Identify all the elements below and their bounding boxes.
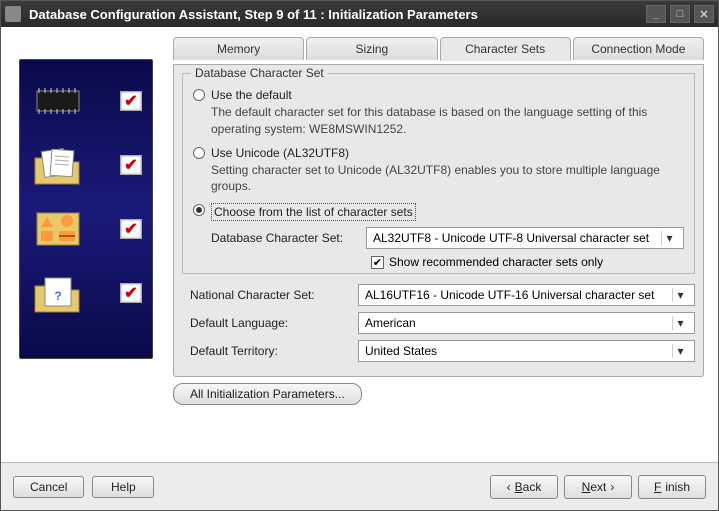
chevron-down-icon: ▾ xyxy=(672,316,688,330)
default-language-label: Default Language: xyxy=(190,316,358,330)
back-arrow-icon: ‹ xyxy=(507,480,511,494)
step-3-check-icon: ✔ xyxy=(120,219,142,239)
svg-text:?: ? xyxy=(54,289,61,303)
db-charset-value: AL32UTF8 - Unicode UTF-8 Universal chara… xyxy=(373,231,661,245)
db-charset-fieldset: Database Character Set Use the default T… xyxy=(182,73,695,274)
radio-use-default[interactable]: Use the default xyxy=(193,88,684,102)
step-3: ✔ xyxy=(28,202,144,256)
national-charset-dropdown[interactable]: AL16UTF16 - Unicode UTF-16 Universal cha… xyxy=(358,284,695,306)
show-recommended-label: Show recommended character sets only xyxy=(389,255,603,269)
help-button[interactable]: Help xyxy=(92,476,154,498)
radio-icon xyxy=(193,89,205,101)
step-2-check-icon: ✔ xyxy=(120,155,142,175)
close-button[interactable]: ✕ xyxy=(694,5,714,23)
back-button[interactable]: ‹Back xyxy=(490,475,558,499)
steps-sidebar: ✔ ✔ xyxy=(11,37,161,462)
chevron-down-icon: ▾ xyxy=(672,344,688,358)
default-territory-dropdown[interactable]: United States ▾ xyxy=(358,340,695,362)
default-territory-label: Default Territory: xyxy=(190,344,358,358)
next-arrow-icon: › xyxy=(610,480,614,494)
titlebar: Database Configuration Assistant, Step 9… xyxy=(1,1,718,27)
default-language-value: American xyxy=(365,316,672,330)
radio-use-default-desc: The default character set for this datab… xyxy=(211,104,684,138)
button-bar: Cancel Help ‹Back Next› Finish xyxy=(1,462,718,510)
tab-sizing[interactable]: Sizing xyxy=(306,37,437,60)
default-language-dropdown[interactable]: American ▾ xyxy=(358,312,695,334)
radio-choose-list[interactable]: Choose from the list of character sets xyxy=(193,203,684,221)
cancel-button[interactable]: Cancel xyxy=(13,476,84,498)
folder-docs-icon xyxy=(29,140,87,190)
main-panel: Memory Sizing Character Sets Connection … xyxy=(161,37,708,462)
show-recommended-checkbox[interactable]: ✔ Show recommended character sets only xyxy=(371,255,684,269)
radio-icon xyxy=(193,147,205,159)
tab-connection-mode[interactable]: Connection Mode xyxy=(573,37,704,60)
radio-use-default-label: Use the default xyxy=(211,88,292,102)
radio-choose-list-label: Choose from the list of character sets xyxy=(214,205,413,219)
db-charset-dropdown[interactable]: AL32UTF8 - Unicode UTF-8 Universal chara… xyxy=(366,227,684,249)
finish-button[interactable]: Finish xyxy=(638,475,706,499)
maximize-button[interactable]: □ xyxy=(670,5,690,23)
window-title: Database Configuration Assistant, Step 9… xyxy=(29,7,646,22)
fieldset-legend: Database Character Set xyxy=(191,66,328,80)
radio-use-unicode-label: Use Unicode (AL32UTF8) xyxy=(211,146,349,160)
step-1-check-icon: ✔ xyxy=(120,91,142,111)
default-territory-value: United States xyxy=(365,344,672,358)
minimize-button[interactable]: _ xyxy=(646,5,666,23)
radio-use-unicode[interactable]: Use Unicode (AL32UTF8) xyxy=(193,146,684,160)
step-4: ? ✔ xyxy=(28,266,144,320)
all-init-params-button[interactable]: All Initialization Parameters... xyxy=(173,383,362,405)
national-charset-label: National Character Set: xyxy=(190,288,358,302)
next-button[interactable]: Next› xyxy=(564,475,632,499)
tab-memory[interactable]: Memory xyxy=(173,37,304,60)
chevron-down-icon: ▾ xyxy=(661,231,677,245)
tab-body: Database Character Set Use the default T… xyxy=(173,64,704,377)
app-window: Database Configuration Assistant, Step 9… xyxy=(0,0,719,511)
folder-question-icon: ? xyxy=(29,268,87,318)
step-2: ✔ xyxy=(28,138,144,192)
radio-icon xyxy=(193,204,205,216)
shapes-icon xyxy=(29,209,87,249)
tab-row: Memory Sizing Character Sets Connection … xyxy=(173,37,704,60)
radio-use-unicode-desc: Setting character set to Unicode (AL32UT… xyxy=(211,162,684,196)
checkbox-icon: ✔ xyxy=(371,256,384,269)
tab-character-sets[interactable]: Character Sets xyxy=(440,37,571,61)
app-icon xyxy=(5,6,21,22)
chevron-down-icon: ▾ xyxy=(672,288,688,302)
db-charset-label: Database Character Set: xyxy=(211,231,366,245)
step-4-check-icon: ✔ xyxy=(120,283,142,303)
step-1: ✔ xyxy=(28,74,144,128)
chip-icon xyxy=(29,83,87,119)
national-charset-value: AL16UTF16 - Unicode UTF-16 Universal cha… xyxy=(365,288,672,302)
